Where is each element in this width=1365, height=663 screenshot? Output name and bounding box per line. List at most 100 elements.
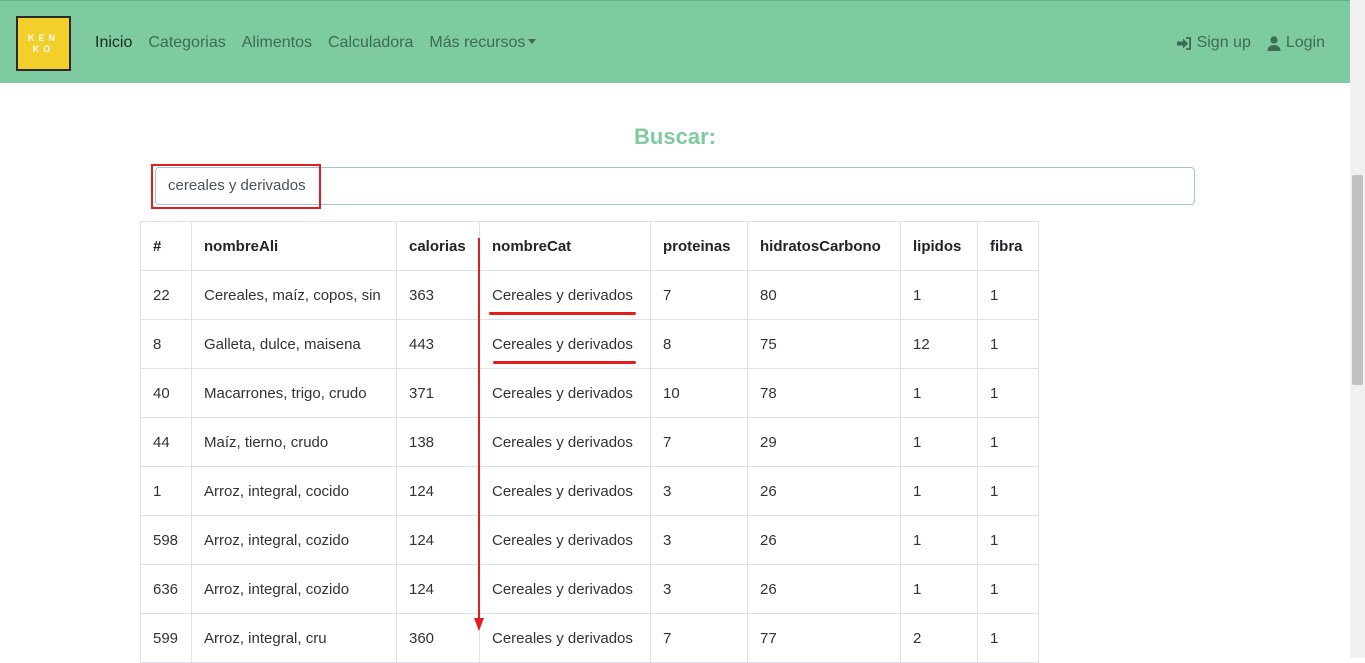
cell-fibra: 1 xyxy=(977,319,1039,369)
nav-link-categorias[interactable]: Categorias xyxy=(148,34,225,52)
cell-nombrecat: Cereales y derivados xyxy=(479,613,651,663)
caret-down-icon xyxy=(528,39,537,44)
table-row: 40 Macarrones, trigo, crudo 371 Cereales… xyxy=(140,368,1039,418)
cell-proteinas: 7 xyxy=(650,613,748,663)
table-row: 599 Arroz, integral, cru 360 Cereales y … xyxy=(140,613,1039,663)
cell-hidratos: 26 xyxy=(747,515,901,565)
cell-calorias: 124 xyxy=(396,466,480,516)
navbar: KEN KO Inicio Categorias Alimentos Calcu… xyxy=(0,0,1350,83)
col-header-id: # xyxy=(140,221,192,271)
user-icon xyxy=(1267,35,1281,51)
cell-nombreali: Maíz, tierno, crudo xyxy=(191,417,397,467)
cell-proteinas: 8 xyxy=(650,319,748,369)
cell-nombreali: Galleta, dulce, maisena xyxy=(191,319,397,369)
annotation-arrow-line xyxy=(478,238,480,620)
cell-fibra: 1 xyxy=(977,270,1039,320)
cell-hidratos: 75 xyxy=(747,319,901,369)
cell-proteinas: 7 xyxy=(650,270,748,320)
search-input[interactable]: cereales y derivados xyxy=(155,167,1195,205)
signup-label: Sign up xyxy=(1196,34,1251,51)
cell-hidratos: 29 xyxy=(747,417,901,467)
scrollbar-thumb[interactable] xyxy=(1352,175,1363,385)
cell-nombreali: Arroz, integral, cozido xyxy=(191,515,397,565)
table-row: 44 Maíz, tierno, crudo 138 Cereales y de… xyxy=(140,417,1039,467)
cell-proteinas: 3 xyxy=(650,515,748,565)
search-title: Buscar: xyxy=(634,124,716,149)
cell-nombreali: Arroz, integral, cocido xyxy=(191,466,397,516)
cell-nombreali: Arroz, integral, cru xyxy=(191,613,397,663)
table-row: 1 Arroz, integral, cocido 124 Cereales y… xyxy=(140,466,1039,516)
cell-lipidos: 1 xyxy=(900,564,978,614)
nav-link-inicio[interactable]: Inicio xyxy=(95,34,132,52)
col-header-lipidos: lipidos xyxy=(900,221,978,271)
page-scrollbar[interactable] xyxy=(1350,0,1365,658)
table-body: 22 Cereales, maíz, copos, sin 363 Cereal… xyxy=(140,270,1039,663)
cell-hidratos: 78 xyxy=(747,368,901,418)
nav-link-calculadora[interactable]: Calculadora xyxy=(328,34,413,52)
annotation-underline xyxy=(489,312,636,315)
cell-lipidos: 1 xyxy=(900,466,978,516)
cell-nombrecat: Cereales y derivados xyxy=(479,564,651,614)
cell-id: 1 xyxy=(140,466,192,516)
cell-fibra: 1 xyxy=(977,466,1039,516)
cell-hidratos: 26 xyxy=(747,466,901,516)
col-header-proteinas: proteinas xyxy=(650,221,748,271)
cell-proteinas: 3 xyxy=(650,564,748,614)
nav-auth: Sign up Login xyxy=(1176,34,1325,52)
cell-lipidos: 12 xyxy=(900,319,978,369)
logo-line-2: KO xyxy=(32,43,55,54)
nav-link-alimentos[interactable]: Alimentos xyxy=(242,34,312,52)
cell-nombreali: Cereales, maíz, copos, sin xyxy=(191,270,397,320)
cell-id: 599 xyxy=(140,613,192,663)
cell-lipidos: 1 xyxy=(900,417,978,467)
logo[interactable]: KEN KO xyxy=(16,16,71,71)
annotation-underline xyxy=(493,361,636,364)
cell-proteinas: 7 xyxy=(650,417,748,467)
nav-links: Inicio Categorias Alimentos Calculadora … xyxy=(95,34,537,52)
col-header-hidratos: hidratosCarbono xyxy=(747,221,901,271)
cell-id: 636 xyxy=(140,564,192,614)
cell-id: 44 xyxy=(140,417,192,467)
cell-id: 598 xyxy=(140,515,192,565)
cell-fibra: 1 xyxy=(977,613,1039,663)
cell-calorias: 363 xyxy=(396,270,480,320)
cell-lipidos: 1 xyxy=(900,270,978,320)
col-header-calorias: calorias xyxy=(396,221,480,271)
cell-calorias: 124 xyxy=(396,564,480,614)
login-link[interactable]: Login xyxy=(1267,34,1325,52)
nav-dropdown-label: Más recursos xyxy=(429,34,526,51)
cell-fibra: 1 xyxy=(977,564,1039,614)
cell-id: 40 xyxy=(140,368,192,418)
cell-calorias: 443 xyxy=(396,319,480,369)
cell-nombrecat: Cereales y derivados xyxy=(479,515,651,565)
cell-hidratos: 77 xyxy=(747,613,901,663)
col-header-nombreali: nombreAli xyxy=(191,221,397,271)
signup-link[interactable]: Sign up xyxy=(1176,34,1251,52)
table-row: 636 Arroz, integral, cozido 124 Cereales… xyxy=(140,564,1039,614)
results-table: # nombreAli calorias nombreCat proteinas… xyxy=(140,221,1039,663)
cell-nombreali: Arroz, integral, cozido xyxy=(191,564,397,614)
cell-id: 22 xyxy=(140,270,192,320)
cell-hidratos: 26 xyxy=(747,564,901,614)
cell-calorias: 138 xyxy=(396,417,480,467)
sign-in-icon xyxy=(1176,36,1191,50)
cell-hidratos: 80 xyxy=(747,270,901,320)
cell-id: 8 xyxy=(140,319,192,369)
cell-proteinas: 10 xyxy=(650,368,748,418)
logo-line-1: KEN xyxy=(27,32,59,43)
login-label: Login xyxy=(1285,34,1325,51)
cell-lipidos: 2 xyxy=(900,613,978,663)
nav-dropdown-mas-recursos[interactable]: Más recursos xyxy=(429,34,537,52)
col-header-nombrecat: nombreCat xyxy=(479,221,651,271)
table-header-row: # nombreAli calorias nombreCat proteinas… xyxy=(140,221,1039,271)
cell-calorias: 360 xyxy=(396,613,480,663)
cell-nombreali: Macarrones, trigo, crudo xyxy=(191,368,397,418)
cell-fibra: 1 xyxy=(977,515,1039,565)
cell-nombrecat: Cereales y derivados xyxy=(479,368,651,418)
cell-nombrecat: Cereales y derivados xyxy=(479,466,651,516)
table-row: 598 Arroz, integral, cozido 124 Cereales… xyxy=(140,515,1039,565)
cell-fibra: 1 xyxy=(977,368,1039,418)
cell-lipidos: 1 xyxy=(900,515,978,565)
cell-nombrecat: Cereales y derivados xyxy=(479,417,651,467)
cell-fibra: 1 xyxy=(977,417,1039,467)
